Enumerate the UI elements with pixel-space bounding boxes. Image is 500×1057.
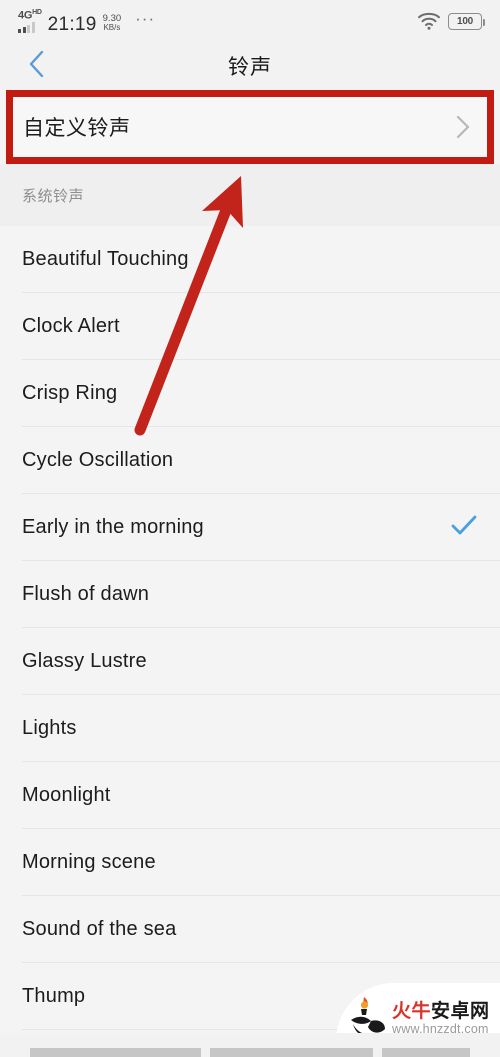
network-type-label: 4G [18,9,33,22]
battery-icon: 100 [448,12,485,30]
watermark-name-dark: 安卓网 [431,1000,490,1022]
back-nav-pill[interactable] [382,1048,470,1057]
recents-nav-pill[interactable] [30,1048,201,1057]
notification-overflow-icon: ··· [135,9,156,29]
ringtone-list: Beautiful Touching Clock Alert Crisp Ring C… [0,226,500,1030]
ringtone-name: Glassy Lustre [22,650,147,672]
network-speed-unit: KB/s [103,22,121,32]
ringtone-row[interactable]: Cycle Oscillation [0,427,500,494]
ringtone-name: Morning scene [22,851,156,873]
ringtone-name: Thump [22,985,86,1007]
ringtone-name: Moonlight [22,784,111,806]
battery-level-label: 100 [456,15,474,27]
ringtone-name: Lights [22,717,77,739]
chevron-right-icon [455,114,487,140]
checkmark-icon [450,513,478,542]
home-nav-pill[interactable] [210,1048,373,1057]
ringtone-name: Clock Alert [22,315,120,337]
phone-screen: 4GHD 21:19 9.30 KB/s ··· 100 铃声 自定义铃声 系统… [0,0,500,1057]
status-bar-right: 100 [417,12,500,30]
network-speed-indicator: 9.30 KB/s [103,13,122,32]
ringtone-name: Crisp Ring [22,382,118,404]
section-header-label: 系统铃声 [22,187,85,205]
android-nav-bar [0,1033,500,1057]
ringtone-row[interactable]: Moonlight [0,762,500,829]
ringtone-row[interactable]: Morning scene [0,829,500,896]
title-bar: 铃声 [0,42,500,90]
back-chevron-icon [27,49,47,84]
ringtone-row[interactable]: Early in the morning [0,494,500,561]
page-title: 铃声 [228,56,272,79]
signal-bars-icon [18,22,35,34]
watermark-name-red: 火牛 [392,1000,432,1022]
ringtone-name: Early in the morning [22,516,204,538]
ringtone-row[interactable]: Flush of dawn [0,561,500,628]
network-hd-label: HD [32,8,42,16]
wifi-icon [417,12,441,30]
custom-ringtone-row[interactable]: 自定义铃声 [13,97,487,157]
status-bar-left: 4GHD 21:19 9.30 KB/s ··· [0,9,155,34]
watermark-text: 火牛安卓网 www.hnzzdt.com [392,1000,490,1037]
section-header-system-ringtones: 系统铃声 [0,164,500,226]
ringtone-row[interactable]: Beautiful Touching [0,226,500,293]
ringtone-name: Cycle Oscillation [22,449,174,471]
cellular-signal-icon: 4GHD [18,9,42,34]
ringtone-row[interactable]: Crisp Ring [0,360,500,427]
ringtone-name: Flush of dawn [22,583,150,605]
ringtone-row[interactable]: Clock Alert [0,293,500,360]
ringtone-row[interactable]: Glassy Lustre [0,628,500,695]
ringtone-row[interactable]: Sound of the sea [0,896,500,963]
custom-ringtone-label: 自定义铃声 [23,117,131,140]
status-bar-clock: 21:19 [47,14,97,36]
ringtone-row[interactable]: Lights [0,695,500,762]
ringtone-name: Beautiful Touching [22,248,189,270]
back-button[interactable] [14,42,60,90]
status-bar: 4GHD 21:19 9.30 KB/s ··· 100 [0,0,500,42]
ringtone-name: Sound of the sea [22,918,177,940]
